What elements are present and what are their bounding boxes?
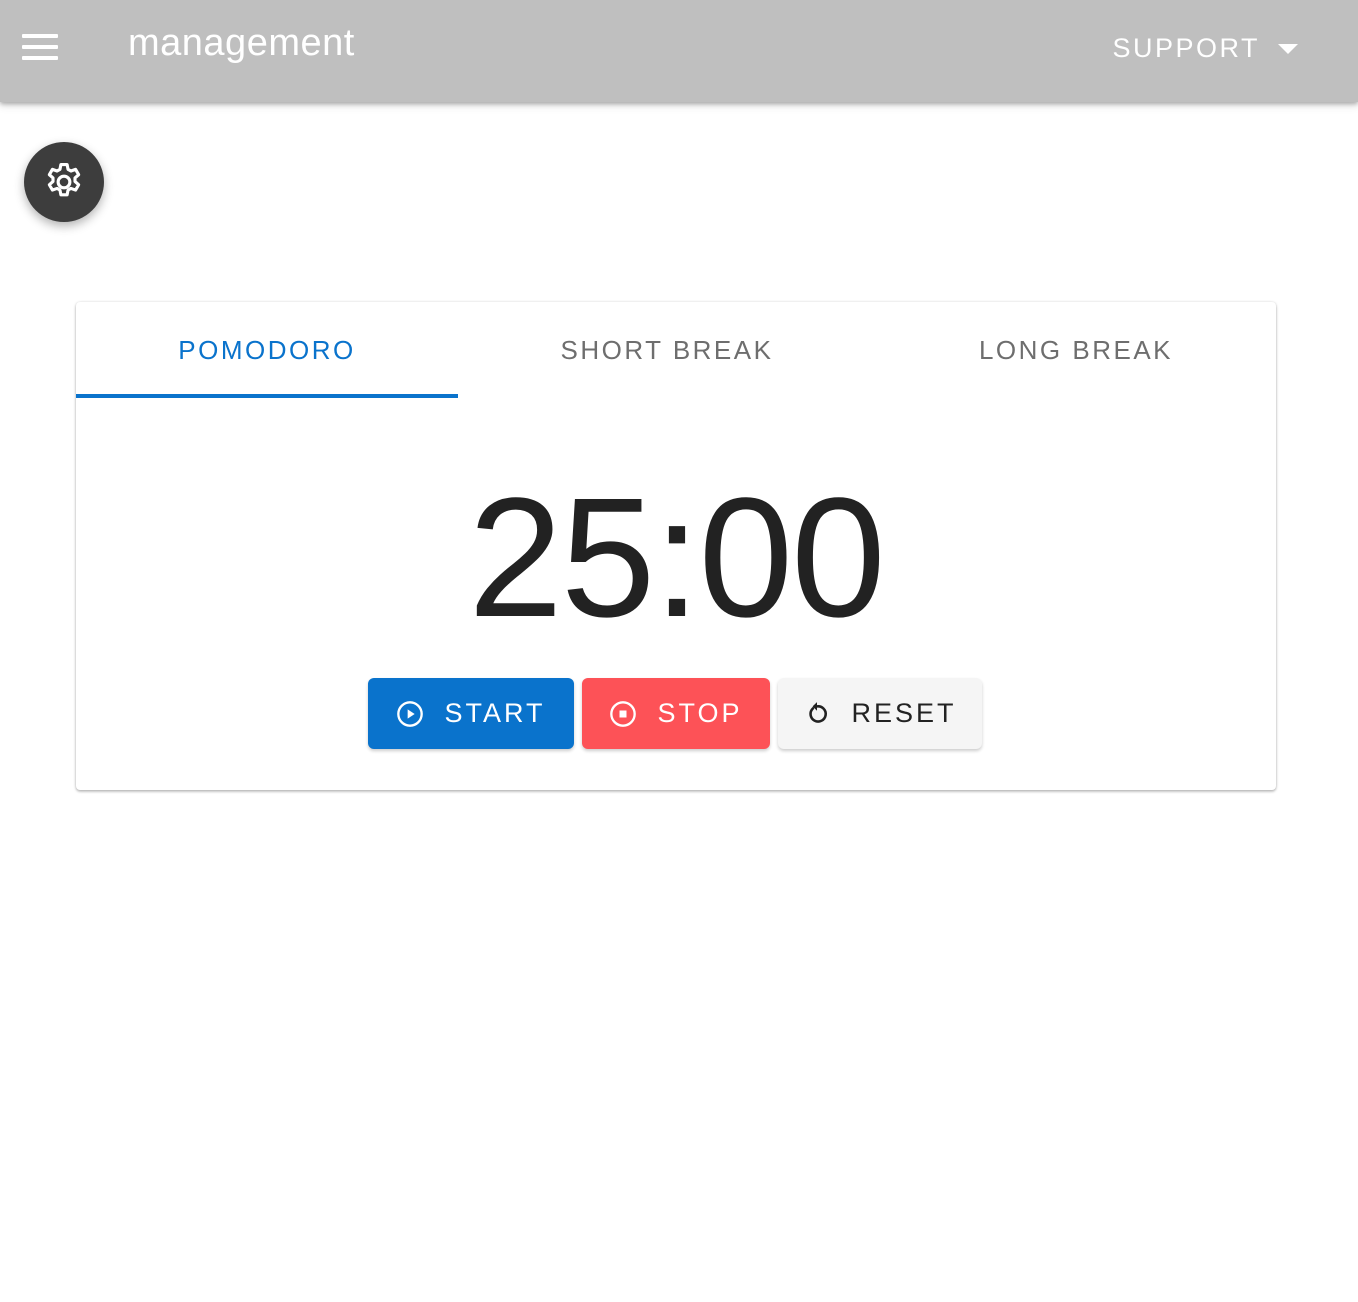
app-bar: management SUPPORT (0, 0, 1358, 102)
stop-circle-icon (609, 700, 637, 728)
menu-line (22, 34, 58, 38)
reset-label: RESET (851, 698, 957, 728)
support-label: SUPPORT (1112, 32, 1260, 63)
tab-pomodoro[interactable]: POMODORO (76, 302, 458, 398)
tab-short-break[interactable]: SHORT BREAK (458, 302, 876, 398)
gear-icon (47, 163, 81, 197)
menu-line (22, 56, 58, 60)
caret-down-icon (1278, 44, 1298, 54)
stop-label: STOP (657, 698, 743, 728)
reset-button[interactable]: RESET (778, 678, 982, 749)
settings-button[interactable] (24, 142, 104, 222)
stop-button[interactable]: STOP (582, 678, 770, 749)
app-title: management (128, 22, 355, 64)
menu-line (22, 45, 58, 49)
timer-display: 25:00 (468, 463, 885, 653)
mode-tabs: POMODORO SHORT BREAK LONG BREAK (76, 302, 1276, 398)
start-label: START (444, 698, 546, 728)
hamburger-menu-icon[interactable] (16, 26, 64, 68)
tab-long-break[interactable]: LONG BREAK (876, 302, 1276, 398)
support-dropdown-button[interactable]: SUPPORT (1112, 28, 1298, 68)
refresh-icon (803, 700, 831, 728)
start-button[interactable]: START (368, 678, 574, 749)
play-circle-icon (396, 700, 424, 728)
active-tab-indicator (76, 394, 458, 398)
timer-card: POMODORO SHORT BREAK LONG BREAK 25:00 ST… (76, 302, 1276, 790)
